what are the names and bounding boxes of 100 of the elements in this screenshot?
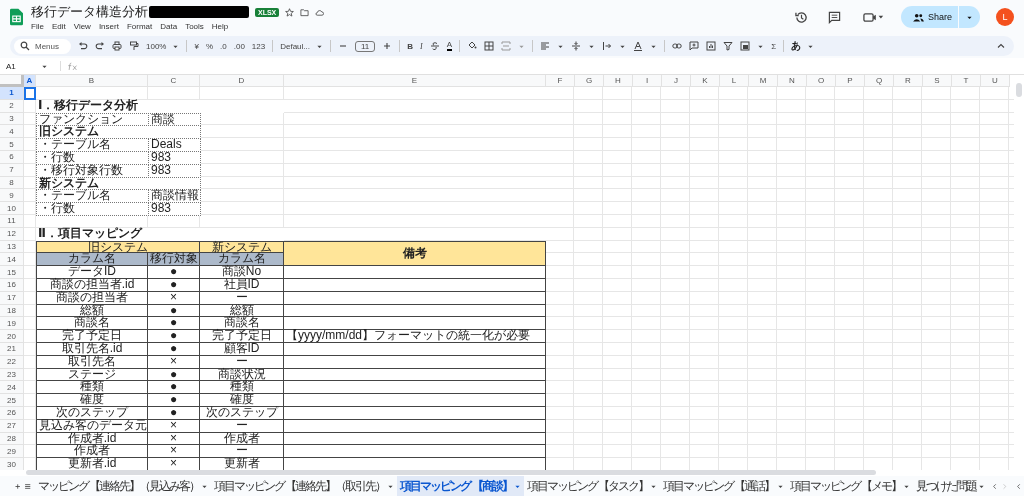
column-header[interactable]: F — [546, 75, 575, 87]
row-header[interactable]: 5 — [0, 138, 24, 151]
fill-color-icon[interactable] — [467, 41, 478, 51]
row-header[interactable]: 15 — [0, 266, 24, 279]
column-header[interactable]: T — [952, 75, 981, 87]
bold-button[interactable]: B — [407, 41, 414, 51]
column-header[interactable]: A — [24, 75, 36, 87]
percent-format-button[interactable]: % — [205, 41, 214, 51]
chevron-left-icon[interactable] — [990, 481, 999, 491]
text-color-button[interactable]: A — [446, 41, 453, 51]
table-cell: ● — [148, 381, 200, 395]
row-header[interactable]: 4 — [0, 125, 24, 139]
column-header[interactable]: M — [749, 75, 778, 87]
column-header[interactable]: Q — [865, 75, 894, 87]
row-header[interactable]: 1 — [0, 87, 24, 100]
column-header[interactable]: O — [807, 75, 836, 87]
history-icon[interactable] — [794, 10, 808, 24]
selected-cell[interactable] — [24, 87, 36, 100]
row-header[interactable]: 19 — [0, 317, 24, 331]
sheet-tab[interactable]: マッピング 【連絡先】（見込み客） — [34, 476, 212, 496]
column-header[interactable]: J — [662, 75, 691, 87]
sheet-tab[interactable]: 項目マッピング 【商談】 — [397, 476, 524, 496]
filter-icon[interactable] — [723, 41, 734, 51]
column-header[interactable]: R — [894, 75, 923, 87]
row-header[interactable]: 9 — [0, 189, 24, 203]
menu-item[interactable]: File — [31, 22, 44, 31]
table-cell: 商談名 — [36, 317, 148, 331]
sheet-tab[interactable]: 項目マッピング 【メモ】 — [786, 476, 913, 496]
zoom-select[interactable]: 100% — [146, 41, 180, 51]
comment-icon[interactable] — [689, 41, 700, 51]
row-header[interactable]: 25 — [0, 394, 24, 407]
sheet-tab[interactable]: 項目マッピング 【タスク】 — [523, 476, 661, 496]
font-size-field[interactable]: 11 — [355, 40, 376, 52]
vertical-scrollbar-thumb[interactable] — [1016, 83, 1022, 97]
font-select[interactable]: Defaul... — [280, 41, 323, 51]
menu-item[interactable]: Data — [160, 22, 178, 31]
chevron-up-icon[interactable] — [996, 41, 1006, 51]
add-sheet-icon[interactable] — [14, 481, 22, 491]
menu-item[interactable]: Edit — [51, 22, 66, 31]
row-header[interactable]: 10 — [0, 202, 24, 215]
strikethrough-icon[interactable] — [429, 41, 440, 51]
redo-icon[interactable] — [95, 41, 105, 51]
vertical-align-icon[interactable] — [571, 41, 582, 51]
row-header[interactable]: 30 — [0, 458, 24, 470]
input-tools-select[interactable]: あ — [791, 39, 815, 53]
increase-decimals-button[interactable]: .00 — [233, 41, 245, 51]
chart-icon[interactable] — [706, 41, 717, 51]
menu-item[interactable]: Tools — [185, 22, 204, 31]
column-header[interactable]: G — [575, 75, 604, 87]
sheet-tab[interactable]: 項目マッピング 【連絡先】（取引先） — [211, 476, 398, 496]
column-header[interactable]: L — [720, 75, 749, 87]
comment-icon[interactable] — [827, 10, 841, 24]
star-icon[interactable] — [285, 7, 295, 17]
column-header[interactable]: N — [778, 75, 807, 87]
print-icon[interactable] — [112, 41, 122, 51]
menu-item[interactable]: Insert — [98, 22, 119, 31]
column-header[interactable]: S — [923, 75, 952, 87]
plus-icon[interactable] — [382, 41, 393, 51]
text-rotation-icon[interactable] — [633, 41, 644, 51]
functions-button[interactable]: Σ — [771, 41, 777, 51]
italic-button[interactable]: I — [420, 41, 423, 51]
currency-format-button[interactable]: ¥ — [194, 41, 199, 51]
row-header[interactable]: 14 — [0, 253, 24, 267]
menu-search-field[interactable]: Menus — [14, 38, 71, 54]
sheet-tab[interactable]: 見つけた問題 — [912, 476, 988, 496]
column-header[interactable]: C — [148, 75, 200, 87]
column-header[interactable]: H — [604, 75, 633, 87]
link-icon[interactable] — [672, 41, 683, 51]
video-call-icon[interactable] — [862, 10, 885, 24]
table-view-icon[interactable] — [740, 41, 751, 51]
sheet-list-icon[interactable] — [24, 481, 32, 491]
folder-icon[interactable] — [300, 7, 310, 17]
paint-format-icon[interactable] — [129, 41, 139, 51]
merge-cells-icon[interactable] — [501, 41, 512, 51]
column-header[interactable]: I — [633, 75, 662, 87]
column-header[interactable]: U — [981, 75, 1010, 87]
sheets-logo-icon[interactable] — [10, 8, 23, 26]
document-title[interactable]: 移行データ構造分析 — [31, 3, 148, 21]
menu-item[interactable]: Format — [126, 22, 153, 31]
horizontal-scrollbar-thumb[interactable] — [26, 470, 876, 475]
text-wrap-icon[interactable] — [602, 41, 613, 51]
column-header[interactable]: B — [36, 75, 148, 87]
undo-icon[interactable] — [78, 41, 88, 51]
borders-icon[interactable] — [484, 41, 495, 51]
sheet-tab[interactable]: 項目マッピング 【通話】 — [660, 476, 787, 496]
menu-item[interactable]: Help — [211, 22, 229, 31]
row-header[interactable]: 29 — [0, 445, 24, 459]
column-header[interactable]: D — [200, 75, 284, 87]
column-header[interactable]: P — [836, 75, 865, 87]
menu-item[interactable]: View — [73, 22, 91, 31]
row-header[interactable]: 20 — [0, 330, 24, 343]
cloud-icon[interactable] — [315, 7, 325, 17]
name-box[interactable]: A1 — [6, 61, 54, 71]
number-format-button[interactable]: 123 — [251, 41, 266, 51]
column-header[interactable]: K — [691, 75, 720, 87]
decrease-decimals-button[interactable]: .0 — [220, 41, 227, 51]
column-header[interactable]: E — [284, 75, 546, 87]
chevron-left-icon[interactable] — [1014, 481, 1022, 491]
table-cell: × — [148, 445, 200, 459]
row-header[interactable]: 24 — [0, 381, 24, 395]
